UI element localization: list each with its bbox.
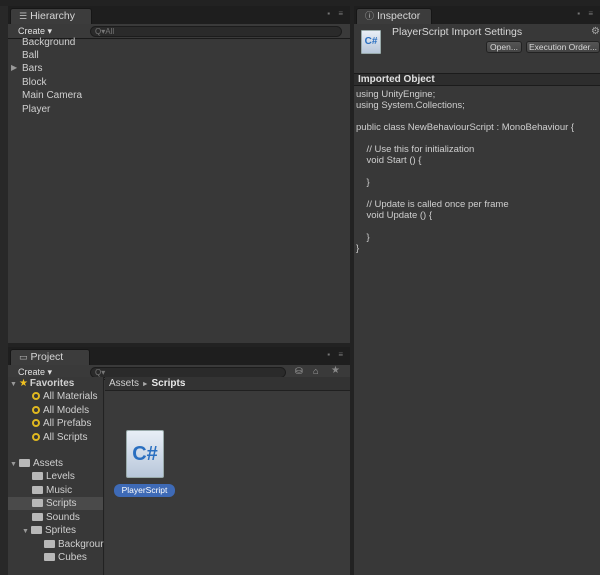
folder-icon [32,499,43,507]
expand-arrow-icon[interactable]: ▼ [10,461,17,468]
open-button[interactable]: Open... [486,41,522,53]
panel-menu-icon[interactable]: ▪ ≡ [577,9,596,18]
tree-item-all-models[interactable]: All Models [32,404,89,417]
project-panel: ▭ Project ▪ ≡ Create ▾ Q▾ ⛁ ⌂ ★ ▼ ★ Favorit… [8,347,350,575]
expand-arrow-icon[interactable]: ▼ [10,381,17,388]
filter-by-label-icon[interactable]: ⌂ [313,366,318,376]
folder-icon [32,486,43,494]
folder-icon [44,540,55,548]
favorite-label: All Models [43,405,90,416]
project-folder-tree: ▼ ★ Favorites All Materials All Models All… [8,377,104,575]
left-edge-strip [0,6,8,575]
favorites-label: Favorites [29,378,75,389]
panel-menu-icon[interactable]: ▪ ≡ [327,350,346,359]
tree-folder-backgrounds[interactable]: Backgrour [44,538,104,551]
hierarchy-create-label: Create [18,26,46,36]
tree-folder-music[interactable]: Music [32,484,72,497]
hierarchy-search-input[interactable]: Q▾All [90,26,342,37]
imported-object-header: Imported Object [354,73,600,86]
inspector-title: PlayerScript Import Settings [392,26,523,38]
breadcrumb-assets[interactable]: Assets [109,378,139,389]
hierarchy-panel: ☰ Hierarchy ▪ ≡ Create ▾ Q▾All Background… [8,6,350,343]
tree-folder-cubes[interactable]: Cubes [44,551,87,564]
hierarchy-item-player[interactable]: Player [22,103,50,116]
gear-icon[interactable]: ⚙ [591,26,600,37]
tree-favorites[interactable]: ▼ ★ Favorites [10,377,74,390]
hierarchy-item-background[interactable]: Background [22,36,75,49]
tree-item-all-scripts[interactable]: All Scripts [32,431,87,444]
folder-label: Sounds [46,512,80,523]
favorite-label: All Materials [43,391,98,402]
tree-folder-sounds[interactable]: Sounds [32,511,80,524]
inspector-tabbar: ⓘ Inspector ▪ ≡ [354,6,600,24]
tree-folder-sprites[interactable]: ▼ Sprites [22,524,76,537]
expand-arrow-icon[interactable]: ▼ [22,528,29,535]
folder-icon: ▭ [19,352,28,362]
project-tabbar: ▭ Project ▪ ≡ [8,347,350,365]
project-asset-view: Assets ► Scripts C# PlayerScript [105,377,350,575]
folder-label: Levels [46,471,75,482]
hierarchy-item-ball[interactable]: Ball [22,49,39,62]
panel-menu-icon[interactable]: ▪ ≡ [327,9,346,18]
folder-label: Music [46,485,73,496]
search-icon [32,392,40,400]
tab-hierarchy[interactable]: ☰ Hierarchy [10,8,92,24]
folder-icon [44,553,55,561]
hierarchy-tabbar: ☰ Hierarchy ▪ ≡ [8,6,350,24]
hierarchy-list-icon: ☰ [19,11,28,21]
script-source-text: using UnityEngine; using System.Collecti… [356,89,575,254]
project-create-label: Create [18,367,46,377]
tab-hierarchy-label: Hierarchy [30,10,76,22]
tree-folder-scripts[interactable]: Scripts [8,497,103,510]
inspector-panel: ⓘ Inspector ▪ ≡ C# PlayerScript Import Se… [354,6,600,575]
folder-icon [32,472,43,480]
favorite-label: All Prefabs [43,418,92,429]
tab-project[interactable]: ▭ Project [10,349,90,365]
assets-label: Assets [32,458,63,469]
breadcrumb: Assets ► Scripts [105,377,350,391]
tab-inspector-label: Inspector [377,10,421,22]
folder-label: Cubes [58,552,87,563]
tree-item-all-prefabs[interactable]: All Prefabs [32,417,91,430]
breadcrumb-separator-icon: ► [141,381,149,388]
execution-order-button[interactable]: Execution Order... [526,41,600,53]
info-icon: ⓘ [365,11,375,21]
search-icon [32,433,40,441]
favorite-label: All Scripts [43,432,88,443]
expand-arrow-icon[interactable]: ▶ [11,63,17,72]
hierarchy-item-main-camera[interactable]: Main Camera [22,89,82,102]
folder-icon [32,513,43,521]
filter-by-type-icon[interactable]: ⛁ [295,366,303,377]
hierarchy-item-bars[interactable]: Bars [22,62,43,75]
csharp-script-icon: C# [361,30,381,54]
tree-assets[interactable]: ▼ Assets [10,457,63,470]
tree-folder-levels[interactable]: Levels [32,470,75,483]
folder-label: Backgrour [58,539,104,550]
folder-label: Sprites [44,525,77,536]
csharp-script-icon: C# [126,430,164,478]
tree-item-all-materials[interactable]: All Materials [32,390,97,403]
favorite-star-icon[interactable]: ★ [331,365,340,376]
tab-project-label: Project [30,351,64,363]
folder-icon [18,459,30,467]
folder-label: Scripts [46,498,77,509]
breadcrumb-scripts[interactable]: Scripts [152,378,186,389]
folder-icon [30,526,42,534]
tab-inspector[interactable]: ⓘ Inspector [356,8,432,24]
star-icon: ★ [18,378,28,389]
search-icon [32,406,40,414]
asset-label: PlayerScript [114,484,175,497]
search-icon [32,419,40,427]
hierarchy-item-block[interactable]: Block [22,76,46,89]
